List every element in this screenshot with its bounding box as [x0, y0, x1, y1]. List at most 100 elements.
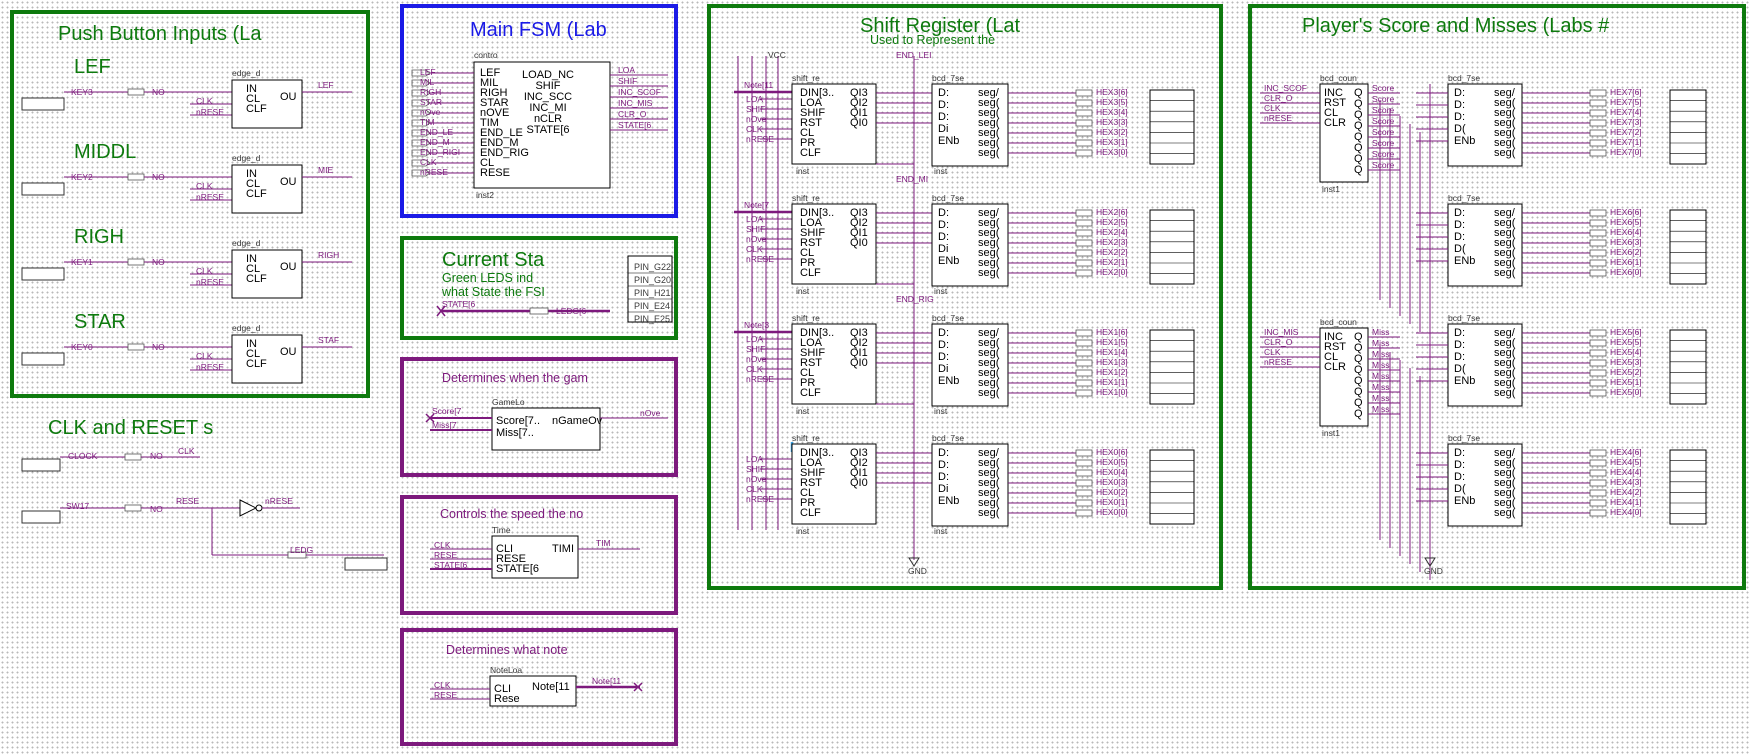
score-bcd-name: bcd_7se	[1448, 313, 1480, 323]
score-hex-out-3: HEX7[3]	[1610, 117, 1642, 127]
out-buffer	[1589, 209, 1607, 217]
score-hex-out-5: HEX7[1]	[1610, 137, 1642, 147]
input-box[interactable]	[21, 97, 65, 111]
hex-out-1: HEX1[5]	[1096, 337, 1128, 347]
out-port: OU	[280, 176, 297, 188]
edge-detect-block[interactable]	[231, 334, 303, 384]
bcd-inst: inst	[934, 166, 948, 176]
input-box[interactable]	[21, 182, 65, 196]
counter-sig-6: Score	[1372, 149, 1394, 159]
bcd-port-4: ENb	[938, 255, 959, 267]
vcc-label: VCC	[768, 50, 786, 60]
not-gate	[127, 88, 145, 96]
out-buffer	[1589, 339, 1607, 347]
end-sig: END_LEI	[896, 50, 931, 60]
hex-pin-stack	[1149, 449, 1195, 525]
score-bcd-port-2: D:	[1454, 231, 1465, 243]
sw-not: NO	[150, 504, 163, 514]
clock-input-box[interactable]	[21, 458, 61, 472]
bcd-port-1: D:	[938, 99, 949, 111]
gnd-label: GND	[908, 566, 927, 576]
score-row-2: bcd_7seD:D:D:D(ENbseg/HEX5[6]seg(HEX5[5]…	[1416, 313, 1707, 407]
counter-out-7: Q	[1354, 164, 1363, 176]
block-name: edge_d	[232, 153, 261, 163]
reset-label: RESE	[176, 496, 199, 506]
hex-out-4: HEX1[2]	[1096, 367, 1128, 377]
bcd-port-4: ENb	[938, 375, 959, 387]
edge-detect-block[interactable]	[231, 249, 303, 299]
score-bcd-name: bcd_7se	[1448, 193, 1480, 203]
score-bcd-port-4: ENb	[1454, 375, 1475, 387]
bcd-name: bcd_7se	[932, 313, 964, 323]
hex-pin-stack	[1149, 209, 1195, 285]
hex-out-0: HEX0[6]	[1096, 447, 1128, 457]
bcd-port-3: Di	[938, 363, 948, 375]
counter-name: bcd_coun	[1320, 317, 1357, 327]
group-label: LEF	[74, 56, 111, 78]
pin-0: PIN_G22	[634, 262, 671, 272]
out-buffer	[1075, 149, 1093, 157]
score-bcd-port-1: D:	[1454, 459, 1465, 471]
sw-input-box[interactable]	[21, 510, 61, 524]
score-hex-out-5: HEX6[1]	[1610, 257, 1642, 267]
controller-name: contro	[474, 50, 498, 60]
score-seg-port-6: seg(	[1494, 147, 1516, 159]
shift-row-1: Note[7LOASHIFnOveCLKnRESEshift_reDIN[3..…	[734, 174, 1195, 296]
counter-port-3: CLR	[1324, 361, 1346, 373]
ledg-out-box[interactable]	[344, 557, 388, 571]
counter-sig-0: Score	[1372, 83, 1394, 93]
fsm-in-10: RESE	[480, 167, 510, 179]
input-box[interactable]	[21, 352, 65, 366]
out-buffer	[1589, 89, 1607, 97]
block-name: edge_d	[232, 68, 261, 78]
score-hex-out-6: HEX5[0]	[1610, 387, 1642, 397]
port-2: CLF	[246, 273, 267, 285]
out-sig: MIE	[318, 165, 333, 175]
score-hex-out-1: HEX5[5]	[1610, 337, 1642, 347]
schematic-canvas[interactable]: Push Button Inputs (LaLEFKEY3 NOCLKnRESEe…	[0, 0, 1751, 756]
out-buffer	[1589, 259, 1607, 267]
edge-detect-block[interactable]	[231, 79, 303, 129]
fsm-left-sig-5: TIM	[420, 117, 435, 127]
counter-sig-7: Score	[1372, 160, 1394, 170]
hex-out-5: HEX2[1]	[1096, 257, 1128, 267]
counter-sig-3: Miss	[1372, 360, 1389, 370]
score-hex-out-3: HEX6[3]	[1610, 237, 1642, 247]
score-pin-stack	[1669, 449, 1707, 525]
sr-out-3: QI0	[850, 117, 868, 129]
out-sig: LEF	[318, 80, 334, 90]
out-buffer	[1589, 349, 1607, 357]
sr-port-6: CLF	[800, 147, 821, 159]
score-hex-out-3: HEX4[3]	[1610, 477, 1642, 487]
shift-reg-name: shift_re	[792, 433, 820, 443]
edge-detect-block[interactable]	[231, 164, 303, 214]
score-gnd-label: GND	[1424, 566, 1443, 576]
score-hex-out-5: HEX5[1]	[1610, 377, 1642, 387]
timer-left-sig-0: CLK	[434, 540, 451, 550]
timer-name: Time	[492, 525, 511, 535]
counter-in-3: nRESE	[1264, 113, 1292, 123]
seg-port-6: seg(	[978, 147, 1000, 159]
out-buffer	[1589, 459, 1607, 467]
score-hex-out-1: HEX7[5]	[1610, 97, 1642, 107]
ledg-label: LEDG	[290, 545, 313, 555]
main-fsm-title: Main FSM (Lab	[470, 19, 607, 41]
edge-detect-group-righ: RIGHKEY1 NOCLKnRESEedge_dINCLCLFOURIGH	[21, 226, 352, 299]
edge-detect-group-lef: LEFKEY3 NOCLKnRESEedge_dINCLCLFOULEF	[21, 56, 352, 129]
counter-sig-5: Miss	[1372, 382, 1389, 392]
out-buffer	[1589, 109, 1607, 117]
score-hex-out-2: HEX4[4]	[1610, 467, 1642, 477]
input-box[interactable]	[21, 267, 65, 281]
go-left2: Miss[7	[432, 420, 457, 430]
out-sig: STAF	[318, 335, 339, 345]
fsm-right-sig-0: LOA	[618, 65, 635, 75]
not-gate	[127, 258, 145, 266]
out-buffer	[1075, 209, 1093, 217]
bcd-counter: bcd_counINCRSTCLCLRINC_MISCLR_OCLKnRESEQ…	[1260, 317, 1400, 438]
counter-name: bcd_coun	[1320, 73, 1357, 83]
score-bcd-name: bcd_7se	[1448, 73, 1480, 83]
fsm-left-sig-3: STAR	[420, 97, 442, 107]
out-buffer	[1075, 509, 1093, 517]
shift-row-3: LOASHIFnOveCLKnRESEshift_reDIN[3..LOASHI…	[746, 433, 1195, 536]
pin-4: PIN_E25	[634, 314, 670, 324]
